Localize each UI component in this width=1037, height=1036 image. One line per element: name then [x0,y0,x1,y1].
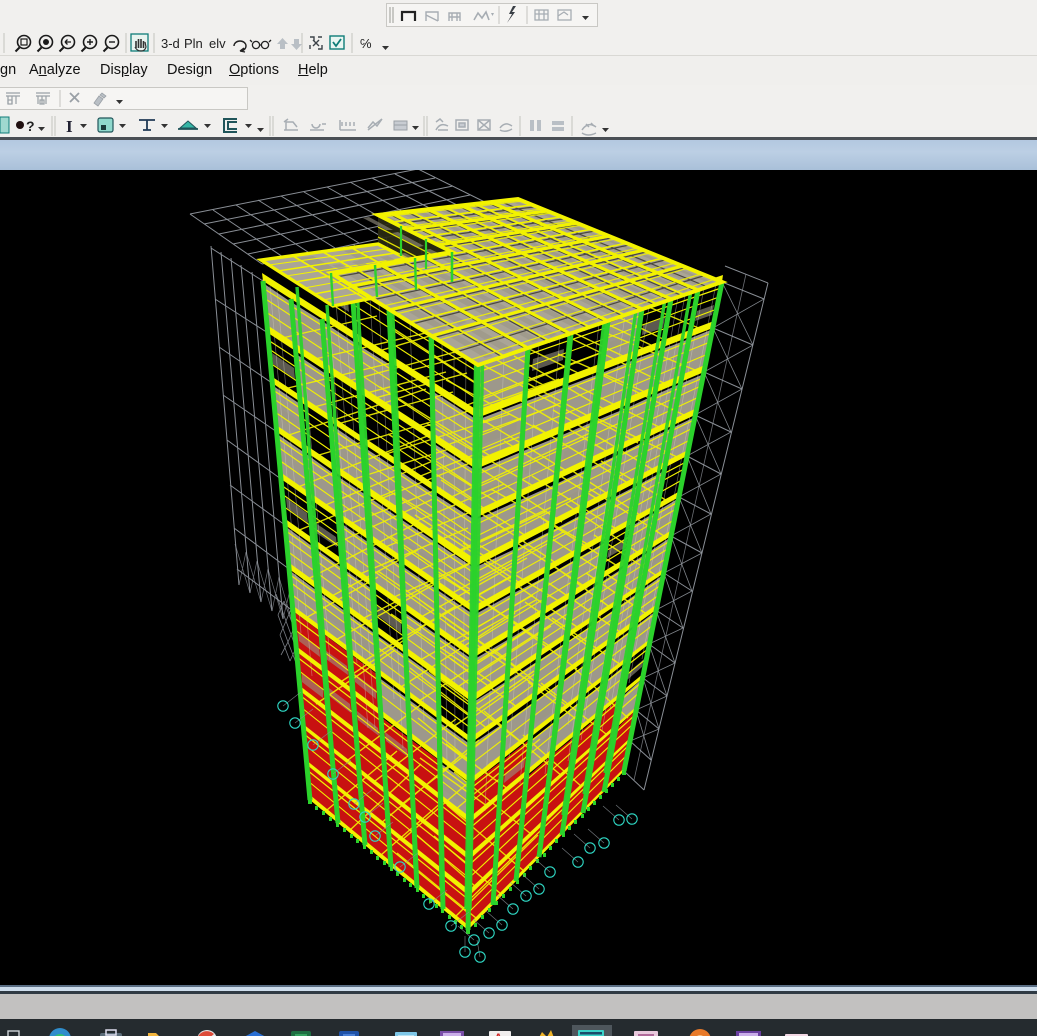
svg-text:3-d: 3-d [161,36,180,51]
svg-text:?: ? [26,118,35,134]
svg-text:I: I [66,117,73,136]
svg-text:elv: elv [209,36,226,51]
svg-text:℅: ℅ [360,36,372,51]
svg-text:A: A [494,1031,503,1036]
svg-text:Pln: Pln [184,36,203,51]
